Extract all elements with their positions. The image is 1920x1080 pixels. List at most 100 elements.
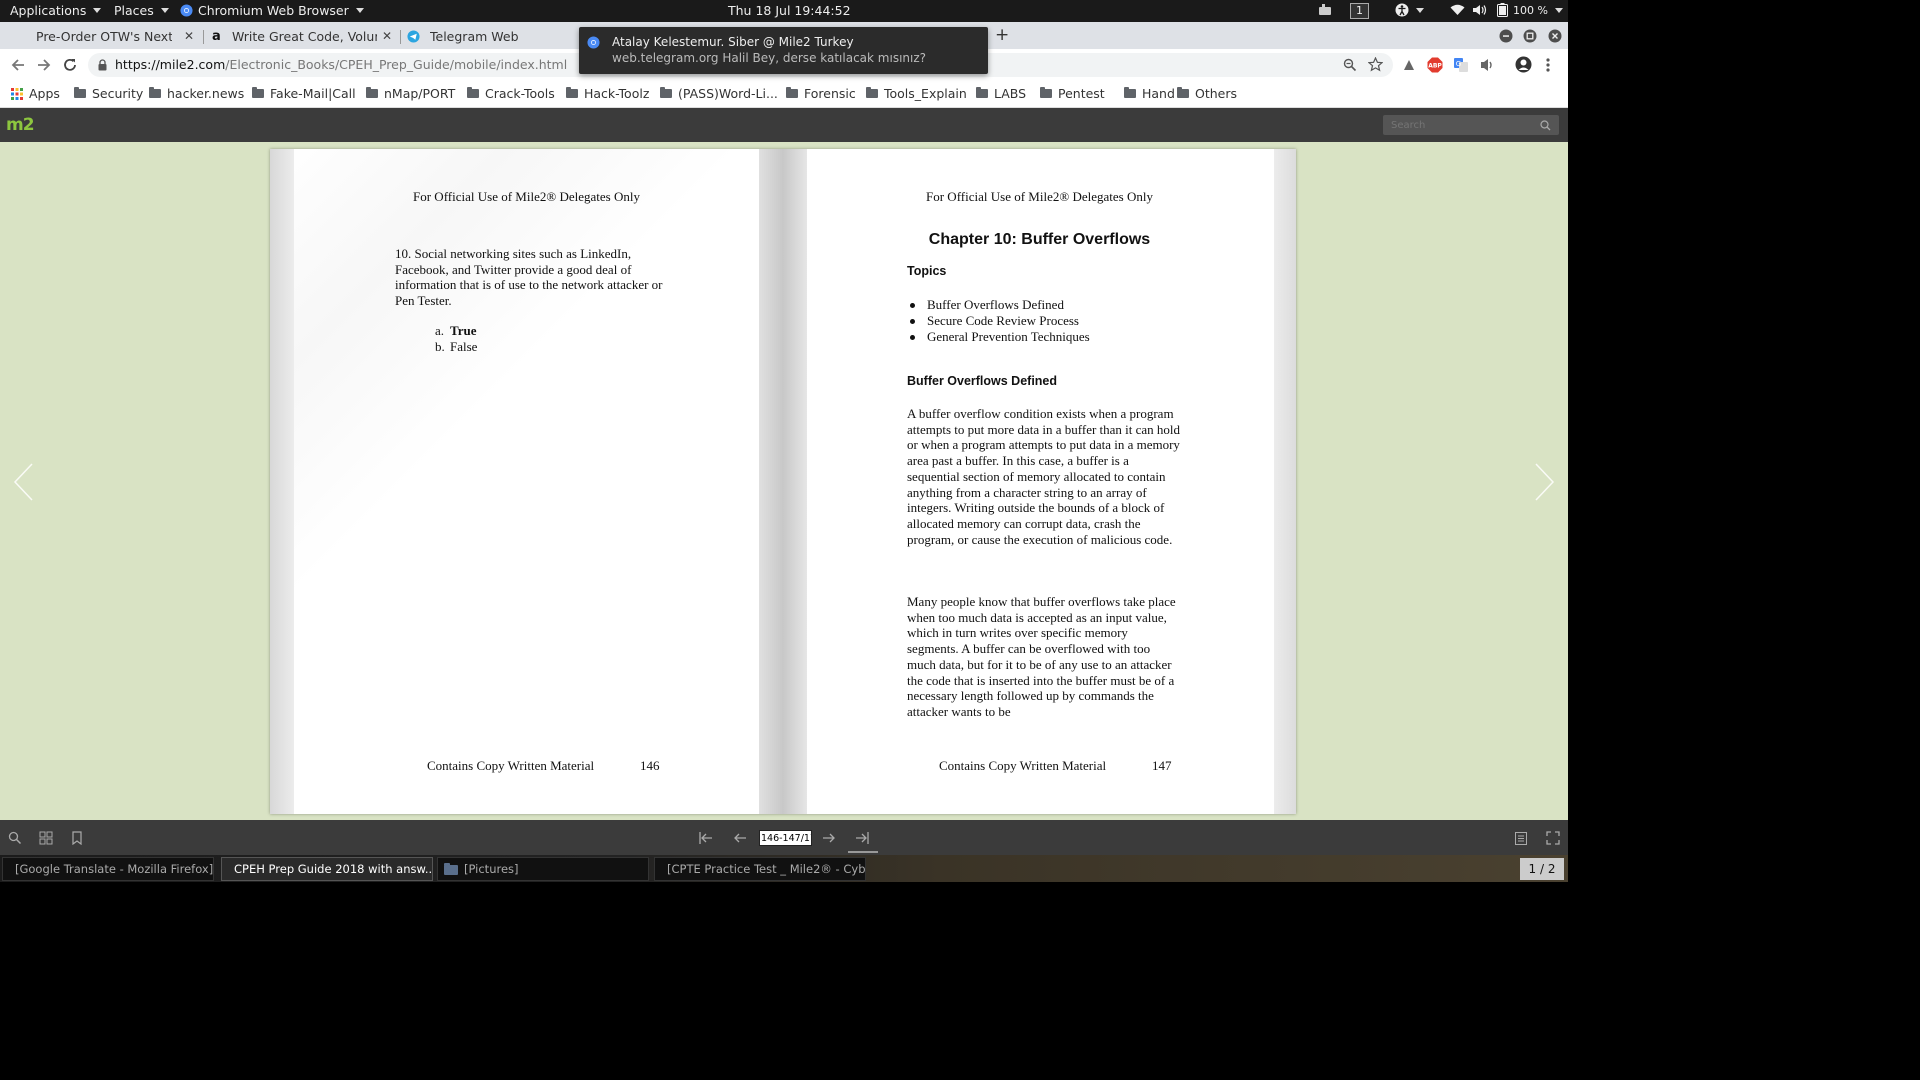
previous-page-arrow-icon[interactable]: [12, 462, 34, 502]
bookmark-folder-hacker-news[interactable]: hacker.news: [149, 86, 244, 101]
app-menu[interactable]: Chromium Web Browser: [180, 3, 364, 18]
translate-button[interactable]: G: [1453, 57, 1469, 77]
folder-icon: [866, 87, 878, 98]
bookmark-apps[interactable]: Apps: [11, 86, 60, 101]
back-button[interactable]: [10, 57, 26, 77]
left-page[interactable]: For Official Use of Mile2® Delegates Onl…: [270, 149, 783, 814]
folder-icon: [1040, 87, 1052, 98]
page-footer-text: Contains Copy Written Material: [427, 758, 595, 773]
bookmark-icon[interactable]: [72, 831, 82, 845]
battery-icon: [1497, 3, 1508, 17]
close-icon[interactable]: ✕: [382, 29, 392, 43]
bookmark-folder-forensic[interactable]: Forensic: [786, 86, 856, 101]
media-button[interactable]: [1479, 57, 1495, 77]
tab-otw[interactable]: Pre-Order OTW's Next Bo ✕: [4, 24, 200, 49]
menu-button[interactable]: [1545, 57, 1551, 77]
bookmark-folder-hand[interactable]: Hand: [1124, 86, 1175, 101]
accessibility-menu[interactable]: [1395, 3, 1424, 17]
previous-page-icon[interactable]: [733, 832, 747, 844]
clock[interactable]: Thu 18 Jul 19:44:52: [728, 3, 851, 18]
page-number: 147: [1152, 758, 1172, 773]
taskbar-item-cpte[interactable]: [CPTE Practice Test _ Mile2® - Cyb...: [654, 857, 866, 881]
more-vert-icon: [1546, 58, 1550, 72]
next-page-arrow-icon[interactable]: [1534, 462, 1556, 502]
places-menu[interactable]: Places: [114, 3, 169, 18]
applications-menu[interactable]: Applications: [10, 3, 102, 18]
bookmark-folder-crack-tools[interactable]: Crack-Tools: [467, 86, 555, 101]
tab-separator: [203, 30, 204, 44]
chevron-down-icon: [93, 8, 102, 13]
thumbnails-grid-icon[interactable]: [39, 831, 53, 845]
bookmark-folder-labs[interactable]: LABS: [976, 86, 1026, 101]
taskbar-item-firefox[interactable]: [Google Translate - Mozilla Firefox]: [2, 857, 214, 881]
page-gutter: [759, 149, 783, 814]
mile2-logo[interactable]: m2: [6, 115, 35, 135]
bookmark-folder-tools-explain[interactable]: Tools_Explain: [866, 86, 967, 101]
bookmark-folder-password-lists[interactable]: (PASS)Word-Li...: [660, 86, 778, 101]
page-header: For Official Use of Mile2® Delegates Onl…: [413, 189, 640, 204]
taskbar-item-chromium[interactable]: CPEH Prep Guide 2018 with answ...: [221, 857, 433, 881]
volume-icon[interactable]: [1472, 4, 1488, 16]
chevron-down-icon: [355, 8, 364, 13]
tab-write-great-code[interactable]: a Write Great Code, Volume ✕: [206, 24, 398, 49]
search-icon[interactable]: [1540, 120, 1551, 131]
first-page-icon[interactable]: [699, 832, 713, 844]
bookmark-folder-fake-mail[interactable]: Fake-Mail|Call: [252, 86, 356, 101]
next-page-icon[interactable]: [822, 832, 836, 844]
system-top-bar: Applications Places Chromium Web Browser…: [0, 0, 1568, 22]
bookmark-folder-security[interactable]: Security: [74, 86, 143, 101]
section-heading: Buffer Overflows Defined: [907, 374, 1058, 388]
profile-button[interactable]: [1515, 56, 1532, 77]
bookmark-folder-nmap[interactable]: nMap/PORT: [366, 86, 455, 101]
topic-item: Buffer Overflows Defined: [910, 297, 1064, 312]
topic-item: General Prevention Techniques: [910, 329, 1090, 344]
window-list-taskbar: [Google Translate - Mozilla Firefox] CPE…: [0, 855, 1568, 882]
tab-separator: [400, 30, 401, 44]
close-icon[interactable]: ✕: [184, 29, 194, 43]
new-tab-button[interactable]: +: [995, 25, 1009, 45]
telegram-notification[interactable]: Atalay Kelestemur. Siber @ Mile2 Turkey …: [579, 27, 988, 74]
bookmark-folder-pentest[interactable]: Pentest: [1040, 86, 1105, 101]
zoom-icon[interactable]: [8, 831, 22, 845]
fullscreen-icon[interactable]: [1546, 831, 1560, 845]
amazon-icon: a: [212, 29, 221, 44]
adblock-button[interactable]: ABP: [1427, 57, 1443, 77]
page-number: 146: [640, 758, 660, 773]
folder-icon: [566, 87, 578, 98]
reload-icon: [64, 58, 76, 71]
right-page[interactable]: For Official Use of Mile2® Delegates Onl…: [783, 149, 1296, 814]
bookmarks-bar: Apps Security hacker.news Fake-Mail|Call…: [0, 81, 1568, 108]
extension-icon: [1404, 60, 1414, 70]
chevron-down-icon: [160, 8, 169, 13]
maximize-button[interactable]: [1523, 28, 1537, 47]
table-of-contents-icon[interactable]: [1515, 832, 1527, 845]
page-number-input[interactable]: [759, 830, 812, 846]
close-window-button[interactable]: [1548, 28, 1562, 47]
topics-heading: Topics: [907, 264, 947, 278]
star-icon[interactable]: [1368, 57, 1383, 72]
forward-button[interactable]: [36, 57, 52, 77]
chevron-down-icon: [1416, 7, 1424, 13]
folder-icon: [366, 87, 378, 98]
taskbar-item-pictures[interactable]: [Pictures]: [437, 857, 649, 881]
zoom-icon[interactable]: [1343, 58, 1357, 72]
ebook-stage: For Official Use of Mile2® Delegates Onl…: [0, 142, 1568, 820]
bookmark-folder-hack-toolz[interactable]: Hack-Toolz: [566, 86, 649, 101]
adblock-icon: ABP: [1427, 57, 1443, 73]
chromium-icon: [180, 4, 193, 17]
viewer-search-input[interactable]: [1383, 115, 1559, 135]
wifi-icon[interactable]: [1450, 4, 1465, 16]
indicator-icon[interactable]: [1318, 4, 1332, 17]
bookmark-folder-others[interactable]: Others: [1177, 86, 1237, 101]
media-icon: [1481, 59, 1492, 71]
close-icon: [1548, 29, 1562, 43]
last-page-icon[interactable]: [855, 832, 869, 844]
translate-icon: G: [1454, 58, 1468, 72]
reload-button[interactable]: [62, 57, 78, 77]
workspace-switcher[interactable]: 1 / 2: [1520, 858, 1564, 880]
extension-button[interactable]: [1401, 57, 1417, 77]
minimize-button[interactable]: [1499, 28, 1513, 47]
battery-menu[interactable]: 100 %: [1497, 3, 1563, 17]
tab-telegram[interactable]: Telegram Web: [403, 24, 578, 49]
workspace-indicator[interactable]: 1: [1350, 3, 1369, 19]
